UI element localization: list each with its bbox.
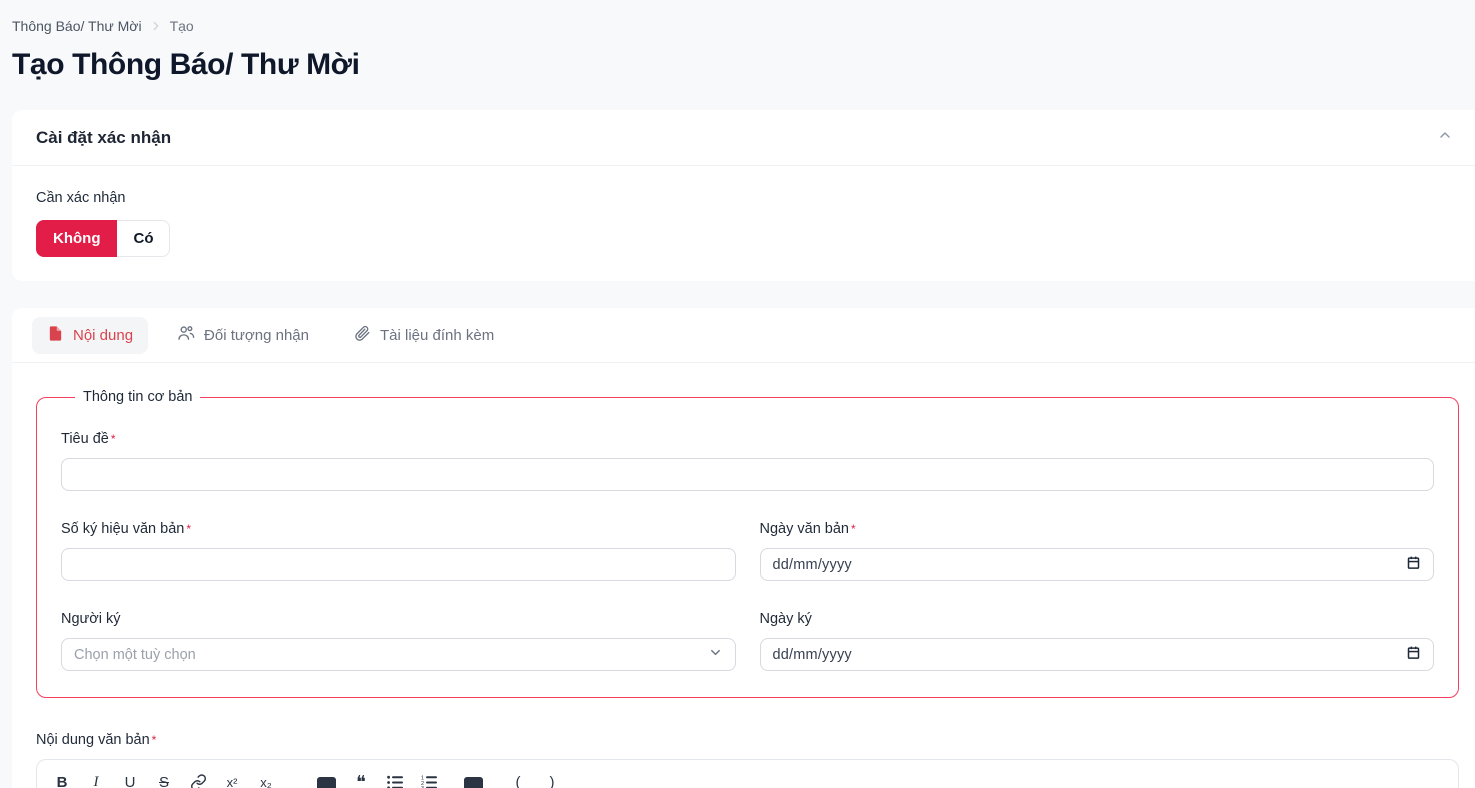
paren-close-icon[interactable]: ) — [543, 772, 561, 788]
basic-info-legend: Thông tin cơ bản — [75, 387, 200, 407]
blockquote-icon[interactable]: ❝ — [352, 772, 370, 788]
bullet-list-icon[interactable] — [386, 772, 404, 788]
confirm-settings-title: Cài đặt xác nhận — [36, 128, 171, 148]
required-asterisk: * — [851, 522, 856, 536]
editor-toolbar: B I U S x² x₂ ❝ 123 — [53, 772, 1442, 788]
superscript-icon[interactable]: x² — [223, 772, 241, 788]
image-icon[interactable] — [317, 772, 336, 788]
chevron-up-icon[interactable] — [1437, 127, 1453, 148]
table-icon[interactable] — [464, 772, 483, 788]
ordered-list-icon[interactable]: 123 — [420, 772, 438, 788]
sign-date-input[interactable]: dd/mm/yyyy — [760, 638, 1435, 671]
required-asterisk: * — [186, 522, 191, 536]
content-tab-panel: Thông tin cơ bản Tiêu đề* Số ký hiệu văn… — [12, 363, 1475, 788]
subscript-icon[interactable]: x₂ — [257, 772, 275, 788]
file-icon — [47, 325, 64, 346]
doc-number-input[interactable] — [61, 548, 736, 581]
doc-date-input[interactable]: dd/mm/yyyy — [760, 548, 1435, 581]
chevron-right-icon — [149, 19, 163, 33]
underline-icon[interactable]: U — [121, 772, 139, 788]
tab-label: Tài liệu đính kèm — [380, 327, 494, 344]
sign-date-label: Ngày ký — [760, 609, 1435, 629]
confirm-field-label: Cần xác nhận — [36, 188, 1459, 208]
users-icon — [177, 324, 195, 346]
calendar-icon[interactable] — [1406, 645, 1421, 664]
paperclip-icon — [353, 324, 371, 346]
rich-text-editor[interactable]: B I U S x² x₂ ❝ 123 — [36, 759, 1459, 788]
required-asterisk: * — [111, 432, 116, 446]
strikethrough-icon[interactable]: S — [155, 772, 173, 788]
tab-bar: Nội dung Đối tượng nhận Tài liệu đính kè… — [12, 308, 1475, 363]
confirm-settings-card: Cài đặt xác nhận Cần xác nhận Không Có — [12, 110, 1475, 281]
tab-doi-tuong-nhan[interactable]: Đối tượng nhận — [162, 316, 324, 354]
main-card: Nội dung Đối tượng nhận Tài liệu đính kè… — [12, 308, 1475, 788]
tab-label: Nội dung — [73, 327, 133, 344]
breadcrumb-item-root[interactable]: Thông Báo/ Thư Mời — [12, 16, 142, 36]
select-placeholder: Chọn một tuỳ chọn — [74, 647, 196, 663]
signer-field: Người ký Chọn một tuỳ chọn — [61, 609, 736, 671]
required-asterisk: * — [152, 733, 157, 747]
confirm-settings-header[interactable]: Cài đặt xác nhận — [12, 110, 1475, 166]
title-field: Tiêu đề* — [61, 429, 1434, 491]
sign-date-field: Ngày ký dd/mm/yyyy — [760, 609, 1435, 671]
signer-select[interactable]: Chọn một tuỳ chọn — [61, 638, 736, 671]
doc-date-field: Ngày văn bản* dd/mm/yyyy — [760, 519, 1435, 581]
link-icon[interactable] — [189, 772, 207, 788]
page-title: Tạo Thông Báo/ Thư Mời — [12, 48, 1463, 82]
confirm-no-button[interactable]: Không — [36, 220, 117, 257]
doc-number-field: Số ký hiệu văn bản* — [61, 519, 736, 581]
chevron-down-icon — [708, 645, 723, 664]
calendar-icon[interactable] — [1406, 555, 1421, 574]
date-placeholder: dd/mm/yyyy — [773, 647, 852, 663]
title-input[interactable] — [61, 458, 1434, 491]
confirm-yes-button[interactable]: Có — [117, 220, 170, 257]
breadcrumb: Thông Báo/ Thư Mời Tạo — [0, 0, 1475, 36]
content-label: Nội dung văn bản* — [36, 730, 1459, 750]
content-body-field: Nội dung văn bản* B I U S x² x₂ ❝ — [36, 730, 1459, 788]
italic-icon[interactable]: I — [87, 772, 105, 788]
paren-open-icon[interactable]: ( — [509, 772, 527, 788]
breadcrumb-item-current: Tạo — [170, 16, 194, 36]
tab-tai-lieu-dinh-kem[interactable]: Tài liệu đính kèm — [338, 316, 509, 354]
basic-info-fieldset: Thông tin cơ bản Tiêu đề* Số ký hiệu văn… — [36, 387, 1459, 698]
bold-icon[interactable]: B — [53, 772, 71, 788]
confirm-toggle: Không Có — [36, 220, 170, 257]
date-placeholder: dd/mm/yyyy — [773, 557, 852, 573]
signer-label: Người ký — [61, 609, 736, 629]
title-label: Tiêu đề* — [61, 429, 1434, 449]
doc-number-label: Số ký hiệu văn bản* — [61, 519, 736, 539]
doc-date-label: Ngày văn bản* — [760, 519, 1435, 539]
page: { "breadcrumb": { "items": ["Thông Báo/ … — [0, 0, 1475, 788]
tab-noi-dung[interactable]: Nội dung — [32, 317, 148, 354]
tab-label: Đối tượng nhận — [204, 327, 309, 344]
confirm-settings-body: Cần xác nhận Không Có — [12, 166, 1475, 281]
